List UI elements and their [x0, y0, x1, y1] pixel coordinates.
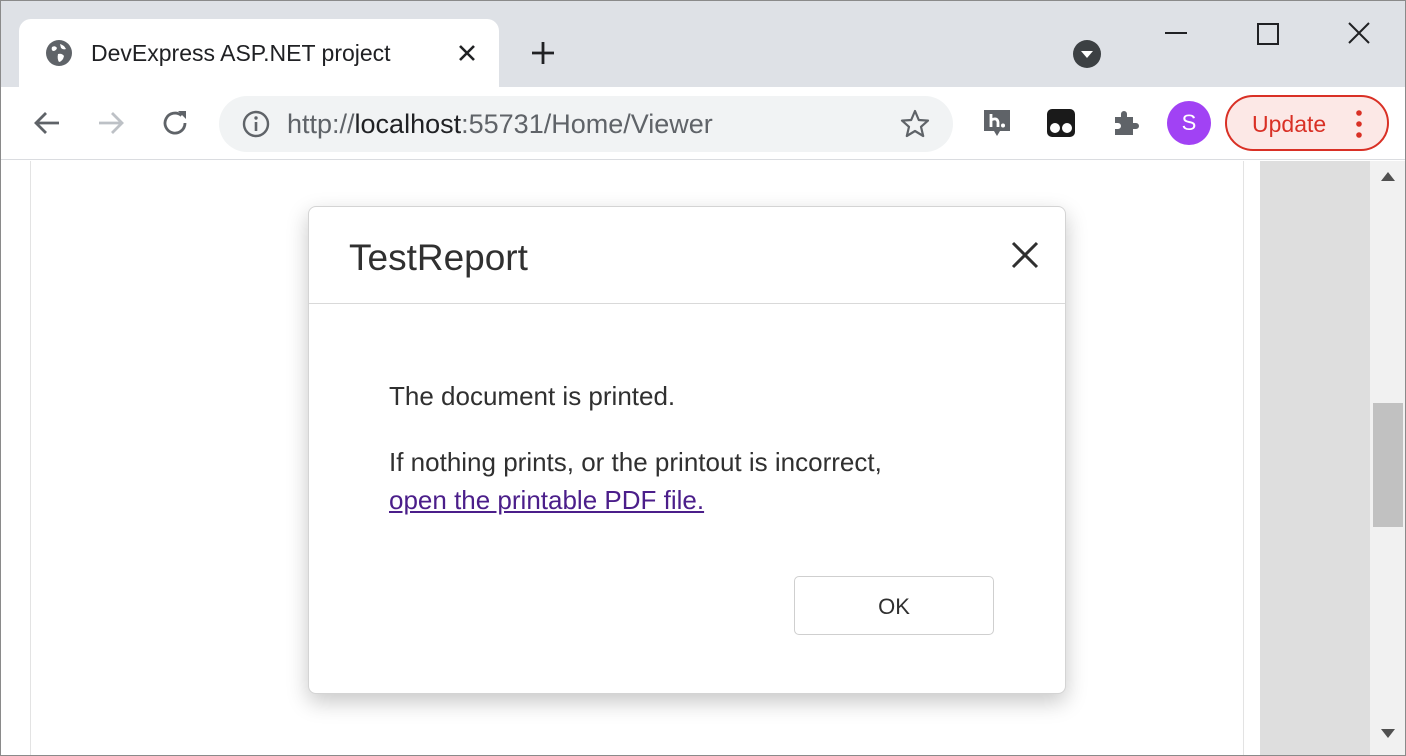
scroll-down-arrow-icon[interactable] — [1379, 727, 1397, 741]
forward-icon[interactable] — [95, 107, 127, 139]
dialog-title: TestReport — [349, 237, 528, 278]
url-scheme: http:// — [287, 109, 355, 139]
scroll-up-arrow-icon[interactable] — [1379, 169, 1397, 183]
close-icon[interactable] — [1009, 239, 1041, 271]
scrollbar-thumb[interactable] — [1373, 403, 1403, 527]
star-icon[interactable] — [899, 108, 931, 140]
plus-icon[interactable] — [527, 37, 559, 69]
update-button[interactable]: Update — [1225, 95, 1389, 151]
reload-icon[interactable] — [159, 107, 191, 139]
document-page-edge — [30, 161, 31, 755]
url-text[interactable]: http://localhost:55731/Home/Viewer — [287, 109, 713, 139]
tab-strip: DevExpress ASP.NET project — [1, 1, 1405, 87]
url-path: :55731/Home/Viewer — [461, 109, 713, 139]
document-page-edge — [1243, 161, 1244, 755]
tampermonkey-extension-icon[interactable] — [1045, 107, 1077, 139]
ok-label: OK — [878, 594, 910, 619]
puzzle-extensions-icon[interactable] — [1109, 107, 1141, 139]
tab-search-icon[interactable] — [1072, 39, 1102, 69]
tab-title: DevExpress ASP.NET project — [91, 40, 391, 66]
browser-tab[interactable]: DevExpress ASP.NET project — [19, 19, 499, 87]
info-icon[interactable] — [241, 109, 271, 139]
browser-toolbar: http://localhost:55731/Home/Viewer S Upd… — [1, 87, 1405, 160]
dialog-message: The document is printed. — [389, 381, 676, 411]
url-host: localhost — [354, 109, 462, 139]
dialog-message: If nothing prints, or the printout is in… — [389, 447, 882, 477]
address-bar[interactable]: http://localhost:55731/Home/Viewer — [219, 96, 953, 152]
maximize-icon[interactable] — [1253, 19, 1283, 49]
globe-icon — [46, 40, 72, 66]
print-dialog: TestReport The document is printed. If n… — [308, 206, 1066, 694]
ok-button[interactable]: OK — [794, 576, 994, 635]
back-icon[interactable] — [31, 107, 63, 139]
window-close-icon[interactable] — [1343, 17, 1375, 49]
browser-window: DevExpress ASP.NET project http://localh… — [0, 0, 1406, 756]
viewer-side-panel — [1260, 161, 1370, 755]
dialog-header: TestReport — [309, 207, 1065, 304]
vertical-scrollbar[interactable] — [1370, 161, 1405, 755]
profile-avatar[interactable]: S — [1167, 101, 1211, 145]
close-icon[interactable] — [453, 39, 481, 67]
open-pdf-link[interactable]: open the printable PDF file. — [389, 484, 704, 516]
honey-extension-icon[interactable] — [981, 107, 1013, 139]
more-vert-icon[interactable] — [1353, 109, 1365, 139]
minimize-icon[interactable] — [1161, 19, 1191, 49]
update-label: Update — [1252, 111, 1327, 137]
